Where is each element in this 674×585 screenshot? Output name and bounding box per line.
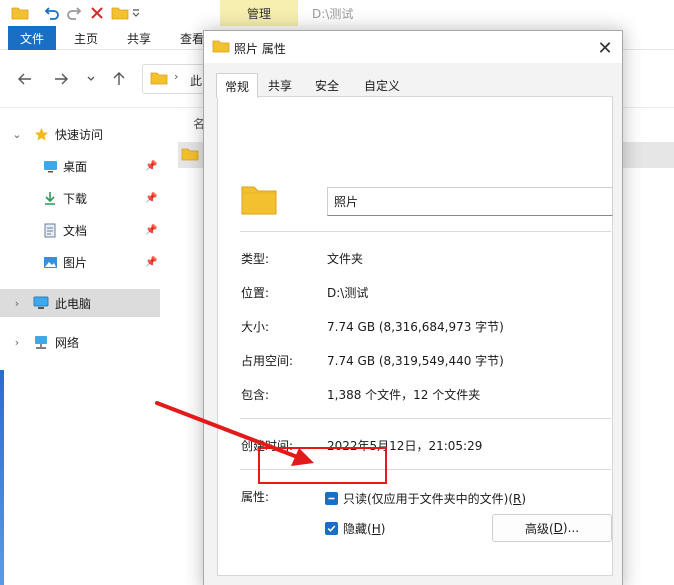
close-icon[interactable]: ✕ (594, 37, 616, 59)
new-folder-icon[interactable] (110, 3, 130, 23)
customize-toolbar-icon[interactable] (130, 3, 142, 23)
tab-sharing[interactable]: 共享 (260, 73, 300, 97)
folder-icon (181, 147, 199, 164)
desktop-icon (42, 158, 58, 174)
navigation-pane: ⌄ 快速访问 桌面 📌 下载 📌 文档 📌 图片 📌 › 此电脑 › 网络 (0, 108, 162, 585)
hidden-label: 隐藏(H) (343, 521, 386, 536)
download-icon (42, 190, 58, 206)
tab-share[interactable]: 共享 (115, 26, 163, 50)
properties-dialog: 照片 属性 ✕ 常规 共享 安全 自定义 类型: 文件夹 位置: D:\测试 大… (203, 30, 623, 585)
general-tab-panel: 类型: 文件夹 位置: D:\测试 大小: 7.74 GB (8,316,684… (217, 96, 613, 576)
pin-icon[interactable]: 📌 (145, 225, 157, 236)
sidebar-item-this-pc[interactable]: › 此电脑 (0, 289, 160, 317)
sidebar-item-label: 文档 (63, 223, 88, 238)
type-label: 类型: (241, 252, 270, 266)
desktop-background-edge (0, 370, 4, 585)
sidebar-item-downloads[interactable]: 下载 📌 (0, 184, 160, 212)
window-title-path: D:\测试 (312, 7, 354, 21)
sidebar-item-label: 下载 (63, 191, 88, 206)
sidebar-item-label: 图片 (63, 255, 88, 270)
readonly-label: 只读(仅应用于文件夹中的文件)(R) (343, 491, 527, 506)
location-label: 位置: (241, 286, 270, 300)
up-arrow-icon[interactable] (108, 68, 130, 90)
sidebar-item-label: 此电脑 (55, 296, 92, 311)
folder-icon (241, 183, 277, 217)
pin-icon[interactable]: 📌 (145, 193, 157, 204)
recent-chevron-down-icon[interactable] (80, 68, 102, 90)
dialog-tabs: 常规 共享 安全 自定义 (212, 73, 614, 98)
divider (240, 418, 611, 419)
sidebar-item-quick-access[interactable]: ⌄ 快速访问 (0, 120, 160, 148)
star-icon (33, 126, 49, 142)
sidebar-item-label: 桌面 (63, 159, 88, 174)
chevron-right-icon[interactable]: › (12, 297, 22, 310)
breadcrumb-text[interactable]: 此 (190, 72, 202, 89)
quick-access-toolbar: 管理 D:\测试 (0, 0, 674, 26)
size-value: 7.74 GB (8,316,684,973 字节) (327, 320, 504, 334)
sidebar-item-label: 网络 (55, 335, 80, 350)
undo-icon[interactable] (42, 3, 62, 23)
sidebar-item-pictures[interactable]: 图片 📌 (0, 248, 160, 276)
sidebar-item-label: 快速访问 (55, 127, 104, 142)
folder-name-input[interactable] (327, 187, 613, 216)
dialog-titlebar[interactable]: 照片 属性 ✕ (204, 31, 622, 63)
tab-security[interactable]: 安全 (307, 73, 347, 97)
size-label: 大小: (241, 320, 270, 334)
tab-customize[interactable]: 自定义 (355, 73, 409, 97)
back-arrow-icon[interactable] (14, 68, 36, 90)
chevron-right-icon[interactable]: › (12, 336, 22, 349)
forward-arrow-icon[interactable] (50, 68, 72, 90)
dialog-title: 照片 属性 (234, 42, 286, 56)
tab-general[interactable]: 常规 (216, 73, 258, 98)
annotation-highlight-box (258, 447, 387, 484)
hidden-checkbox[interactable]: 隐藏(H) (325, 519, 385, 537)
chevron-down-icon[interactable]: ⌄ (12, 128, 22, 141)
contains-label: 包含: (241, 388, 270, 402)
attributes-label: 属性: (241, 490, 270, 504)
contains-value: 1,388 个文件，12 个文件夹 (327, 388, 481, 402)
delete-icon[interactable] (87, 3, 107, 23)
redo-icon[interactable] (64, 3, 84, 23)
folder-icon (212, 39, 230, 55)
pin-icon[interactable]: 📌 (145, 161, 157, 172)
tab-home[interactable]: 主页 (62, 26, 110, 50)
checkmark-icon[interactable] (325, 521, 338, 535)
divider (240, 231, 611, 232)
pin-icon[interactable]: 📌 (145, 257, 157, 268)
network-icon (33, 334, 49, 350)
size-on-disk-label: 占用空间: (241, 354, 294, 368)
folder-icon (10, 3, 30, 23)
document-icon (42, 222, 58, 238)
sidebar-item-network[interactable]: › 网络 (0, 328, 160, 356)
manage-tab[interactable]: 管理 (220, 0, 298, 26)
folder-icon (150, 71, 168, 88)
tab-file[interactable]: 文件 (8, 26, 56, 50)
advanced-button[interactable]: 高级(D)... (492, 514, 612, 542)
breadcrumb-chevron-icon: › (174, 70, 179, 83)
location-value: D:\测试 (327, 286, 369, 300)
picture-icon (42, 254, 58, 270)
sidebar-item-desktop[interactable]: 桌面 📌 (0, 152, 160, 180)
indeterminate-checkbox-icon[interactable] (325, 491, 338, 505)
sidebar-item-documents[interactable]: 文档 📌 (0, 216, 160, 244)
type-value: 文件夹 (327, 252, 364, 266)
size-on-disk-value: 7.74 GB (8,319,549,440 字节) (327, 354, 504, 368)
readonly-checkbox[interactable]: 只读(仅应用于文件夹中的文件)(R) (325, 489, 526, 507)
computer-icon (33, 295, 49, 311)
